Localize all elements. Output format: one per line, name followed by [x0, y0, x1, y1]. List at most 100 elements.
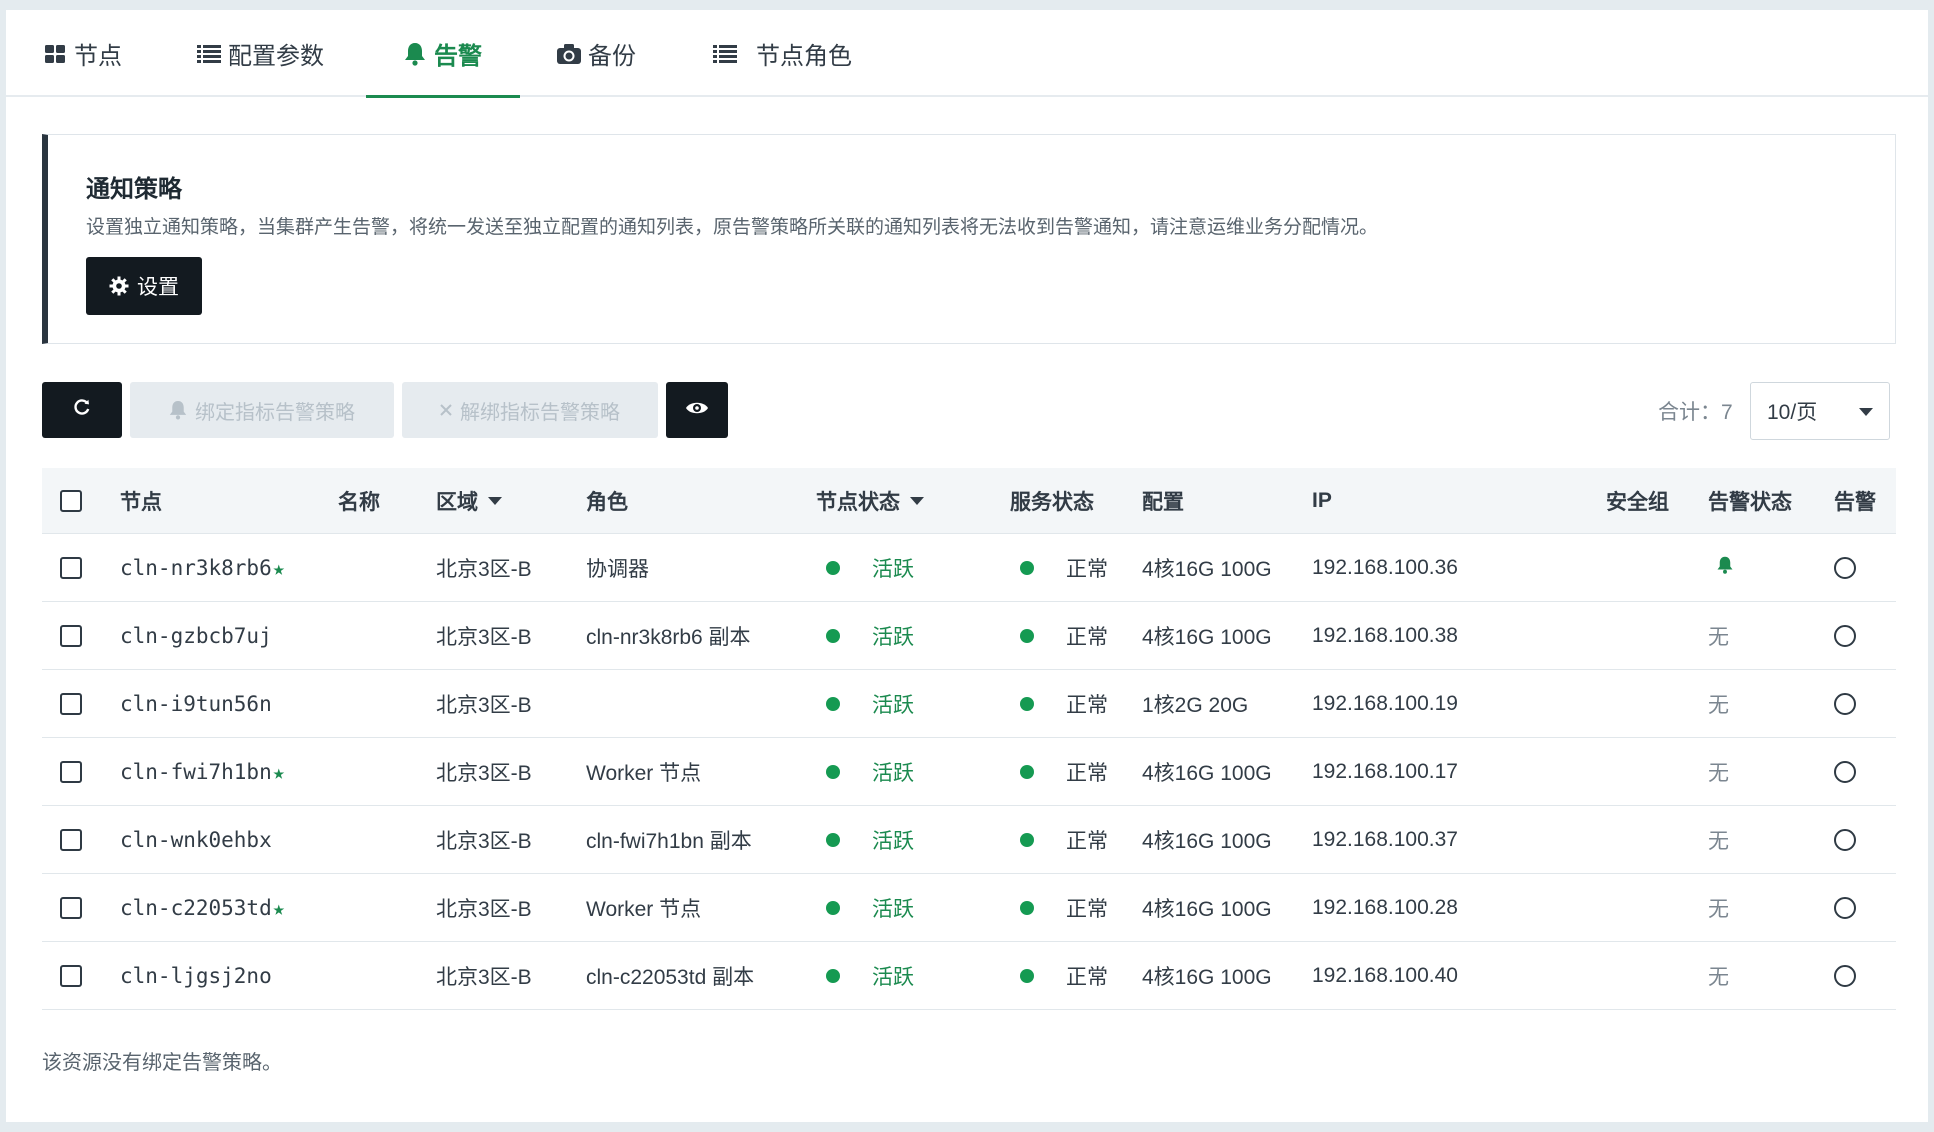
row-select-cell[interactable] — [60, 942, 82, 1010]
node-config: 4核16G 100G — [1142, 898, 1272, 921]
tab-alarms[interactable]: 告警 — [402, 10, 482, 97]
alarm-radio-cell[interactable] — [1834, 874, 1856, 942]
node-id-cell[interactable]: cln-c22053td ★ — [120, 874, 285, 942]
alarm-radio-cell[interactable] — [1834, 670, 1856, 738]
row-select-cell[interactable] — [60, 534, 82, 602]
service-status: 正常 — [1066, 966, 1108, 989]
tab-node-roles[interactable]: 节点角色 — [712, 10, 852, 97]
total-count: 合计：7 — [1658, 401, 1733, 424]
node-id[interactable]: cln-ljgsj2no — [120, 964, 272, 988]
active-tab-indicator — [366, 95, 520, 98]
row-checkbox[interactable] — [60, 625, 82, 647]
node-zone: 北京3区-B — [436, 898, 532, 921]
view-button[interactable] — [666, 382, 728, 438]
alarm-radio[interactable] — [1834, 897, 1856, 919]
node-id[interactable]: cln-gzbcb7uj — [120, 624, 272, 648]
row-checkbox[interactable] — [60, 897, 82, 919]
alarm-radio-cell[interactable] — [1834, 602, 1856, 670]
node-config: 4核16G 100G — [1142, 626, 1272, 649]
row-select-cell[interactable] — [60, 670, 82, 738]
node-id[interactable]: cln-wnk0ehbx — [120, 828, 272, 852]
table-row: cln-wnk0ehbx 北京3区-B cln-fwi7h1bn 副本 活跃 正… — [42, 806, 1896, 874]
node-id[interactable]: cln-nr3k8rb6 — [120, 556, 272, 580]
unbind-alarm-policy-button[interactable]: 解绑指标告警策略 — [402, 382, 658, 438]
node-ip: 192.168.100.40 — [1312, 964, 1458, 987]
header-name: 名称 — [338, 491, 380, 514]
refresh-button[interactable] — [42, 382, 122, 438]
alarm-radio-cell[interactable] — [1834, 738, 1856, 806]
node-id-cell[interactable]: cln-nr3k8rb6 ★ — [120, 534, 285, 602]
header-node-status[interactable]: 节点状态 — [816, 468, 924, 534]
header-node-status-label: 节点状态 — [816, 491, 900, 514]
eye-icon — [685, 399, 709, 422]
node-id-cell[interactable]: cln-fwi7h1bn ★ — [120, 738, 285, 806]
node-id-cell[interactable]: cln-gzbcb7uj — [120, 602, 273, 670]
content-panel: 节点 配置参数 告警 备份 节点角色 通知策略 设置独立通知策略，当集群产生告警… — [6, 10, 1928, 1122]
node-id-cell[interactable]: cln-wnk0ehbx — [120, 806, 273, 874]
star-icon: ★ — [272, 556, 285, 580]
gear-icon — [109, 276, 129, 296]
node-id-cell[interactable]: cln-ljgsj2no — [120, 942, 273, 1010]
bind-alarm-policy-label: 绑定指标告警策略 — [195, 401, 355, 424]
alarm-status: 无 — [1708, 670, 1729, 738]
alarm-status-text: 无 — [1708, 830, 1729, 853]
alarm-status-text: 无 — [1708, 966, 1729, 989]
notice-description: 设置独立通知策略，当集群产生告警，将统一发送至独立配置的通知列表，原告警策略所关… — [86, 217, 1379, 238]
header-zone[interactable]: 区域 — [436, 468, 502, 534]
alarm-radio[interactable] — [1834, 625, 1856, 647]
alarm-status-text: 无 — [1708, 898, 1729, 921]
row-select-cell[interactable] — [60, 874, 82, 942]
page-size-value: 10/页 — [1767, 401, 1818, 424]
node-config: 1核2G 20G — [1142, 694, 1249, 717]
row-checkbox[interactable] — [60, 761, 82, 783]
row-select-cell[interactable] — [60, 738, 82, 806]
tab-nodes[interactable]: 节点 — [42, 10, 122, 97]
settings-button[interactable]: 设置 — [86, 257, 202, 315]
row-checkbox[interactable] — [60, 693, 82, 715]
node-id[interactable]: cln-c22053td — [120, 896, 272, 920]
alarm-status — [1708, 534, 1734, 602]
list-icon — [196, 41, 222, 67]
row-checkbox[interactable] — [60, 829, 82, 851]
tab-config-params[interactable]: 配置参数 — [196, 10, 324, 97]
tab-backup[interactable]: 备份 — [556, 10, 636, 97]
service-status: 正常 — [1066, 898, 1108, 921]
node-config: 4核16G 100G — [1142, 966, 1272, 989]
node-id[interactable]: cln-fwi7h1bn — [120, 760, 272, 784]
alarm-radio-cell[interactable] — [1834, 534, 1856, 602]
node-ip: 192.168.100.19 — [1312, 692, 1458, 715]
header-config: 配置 — [1142, 491, 1184, 514]
alarm-status-text: 无 — [1708, 694, 1729, 717]
alarm-radio[interactable] — [1834, 829, 1856, 851]
row-checkbox[interactable] — [60, 965, 82, 987]
header-node: 节点 — [120, 491, 162, 514]
row-checkbox[interactable] — [60, 557, 82, 579]
alarm-radio[interactable] — [1834, 557, 1856, 579]
select-all-cell[interactable] — [60, 468, 82, 534]
alarm-radio[interactable] — [1834, 761, 1856, 783]
grid-icon — [42, 41, 68, 67]
unbind-alarm-policy-label: 解绑指标告警策略 — [460, 401, 620, 424]
alarm-radio[interactable] — [1834, 965, 1856, 987]
node-config: 4核16G 100G — [1142, 558, 1272, 581]
alarm-radio-cell[interactable] — [1834, 942, 1856, 1010]
bind-alarm-policy-button[interactable]: 绑定指标告警策略 — [130, 382, 394, 438]
row-select-cell[interactable] — [60, 806, 82, 874]
page-size-select[interactable]: 10/页 — [1750, 382, 1890, 440]
service-status-dot — [1020, 806, 1034, 874]
node-config: 4核16G 100G — [1142, 830, 1272, 853]
node-id-cell[interactable]: cln-i9tun56n — [120, 670, 273, 738]
service-status-dot — [1020, 670, 1034, 738]
node-id[interactable]: cln-i9tun56n — [120, 692, 272, 716]
node-status: 活跃 — [872, 558, 914, 581]
alarm-radio-cell[interactable] — [1834, 806, 1856, 874]
row-select-cell[interactable] — [60, 602, 82, 670]
service-status-dot — [1020, 942, 1034, 1010]
refresh-icon — [72, 397, 92, 423]
alarm-radio[interactable] — [1834, 693, 1856, 715]
select-all-checkbox[interactable] — [60, 490, 82, 512]
alarm-status: 无 — [1708, 942, 1729, 1010]
header-alarm-status: 告警状态 — [1708, 491, 1792, 514]
alarm-status: 无 — [1708, 806, 1729, 874]
list-icon — [712, 41, 738, 67]
